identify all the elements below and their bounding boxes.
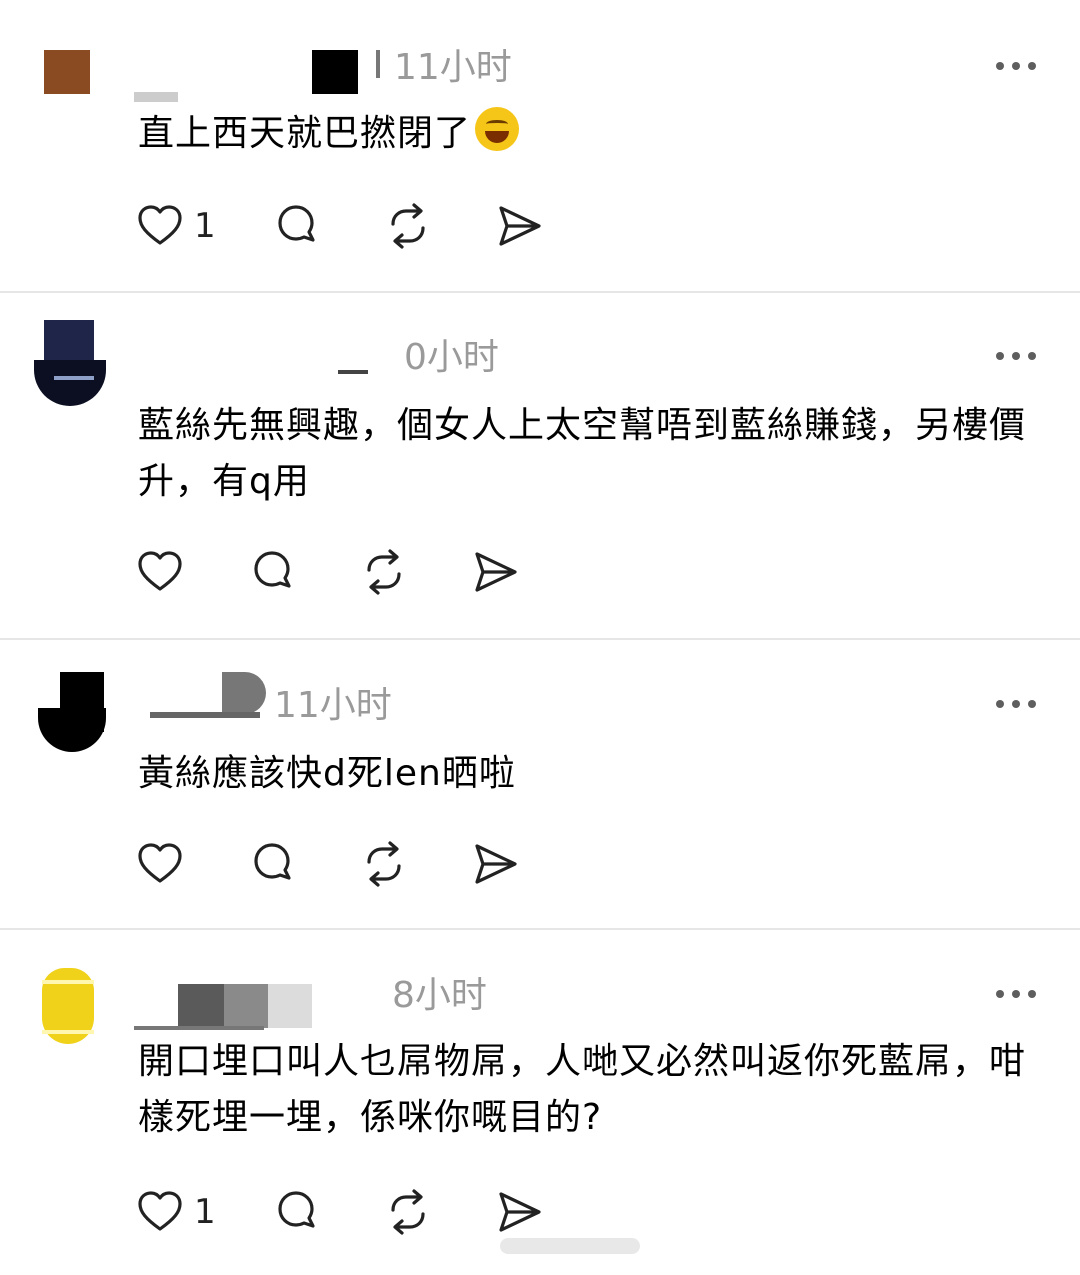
- share-button[interactable]: [472, 548, 520, 596]
- share-button[interactable]: [496, 1188, 544, 1236]
- repost-icon: [391, 1189, 425, 1235]
- home-indicator: [500, 1238, 640, 1254]
- divider: [0, 928, 1080, 930]
- more-options-icon[interactable]: [996, 988, 1036, 1000]
- share-button[interactable]: [472, 840, 520, 888]
- post-time: 11小时: [394, 47, 512, 88]
- comment-button[interactable]: [248, 840, 296, 888]
- comment-button[interactable]: [272, 1188, 320, 1236]
- post-text: 直上西天就巴撚閉了: [138, 106, 1048, 162]
- heart-icon: [138, 205, 182, 245]
- share-icon: [475, 552, 517, 592]
- like-button[interactable]: 1: [136, 202, 216, 250]
- repost-button[interactable]: [360, 840, 408, 888]
- action-bar: [136, 840, 536, 890]
- laughing-emoji-icon: [475, 107, 520, 151]
- comment-button[interactable]: [248, 548, 296, 596]
- comment-icon: [254, 551, 291, 588]
- username-redacted[interactable]: [134, 46, 380, 102]
- share-icon: [499, 1192, 541, 1232]
- action-bar: 1: [136, 1188, 556, 1238]
- username-redacted[interactable]: [134, 984, 314, 1032]
- comment-button[interactable]: [272, 202, 320, 250]
- post-time: 8小时: [392, 975, 487, 1016]
- like-button[interactable]: [136, 840, 184, 888]
- share-icon: [499, 206, 541, 246]
- repost-icon: [391, 203, 425, 249]
- avatar[interactable]: [38, 672, 106, 752]
- action-bar: 1: [136, 202, 556, 252]
- post-text: 藍絲先無興趣，個女人上太空幫唔到藍絲賺錢，另樓價升，有q用: [138, 405, 1027, 502]
- comment-icon: [254, 843, 291, 880]
- heart-icon: [138, 551, 182, 591]
- repost-button[interactable]: [360, 548, 408, 596]
- more-options-icon[interactable]: [996, 60, 1036, 72]
- heart-icon: [138, 843, 182, 883]
- like-count: 1: [194, 206, 216, 246]
- repost-icon: [367, 549, 401, 595]
- avatar[interactable]: [44, 50, 90, 94]
- action-bar: [136, 548, 536, 598]
- avatar[interactable]: [38, 968, 96, 1044]
- repost-icon: [367, 841, 401, 887]
- avatar[interactable]: [34, 320, 106, 406]
- repost-button[interactable]: [384, 202, 432, 250]
- more-options-icon[interactable]: [996, 698, 1036, 710]
- post-text: 開口埋口叫人乜屌物屌，人哋又必然叫返你死藍屌，咁樣死埋一埋，係咪你嘅目的?: [138, 1041, 1027, 1138]
- post-time: 11小时: [274, 685, 392, 726]
- post-text-content: 直上西天就巴撚閉了: [138, 113, 472, 154]
- share-icon: [475, 844, 517, 884]
- like-button[interactable]: [136, 548, 184, 596]
- username-redacted[interactable]: [140, 672, 266, 720]
- heart-icon: [138, 1191, 182, 1231]
- post-time: 0小时: [404, 337, 499, 378]
- more-options-icon[interactable]: [996, 350, 1036, 362]
- like-count: 1: [194, 1192, 216, 1232]
- post-text: 黃絲應該快d死len晒啦: [138, 753, 516, 794]
- divider: [0, 291, 1080, 293]
- like-button[interactable]: 1: [136, 1188, 216, 1236]
- comment-icon: [278, 1191, 315, 1228]
- share-button[interactable]: [496, 202, 544, 250]
- divider: [0, 638, 1080, 640]
- comment-icon: [278, 205, 315, 242]
- repost-button[interactable]: [384, 1188, 432, 1236]
